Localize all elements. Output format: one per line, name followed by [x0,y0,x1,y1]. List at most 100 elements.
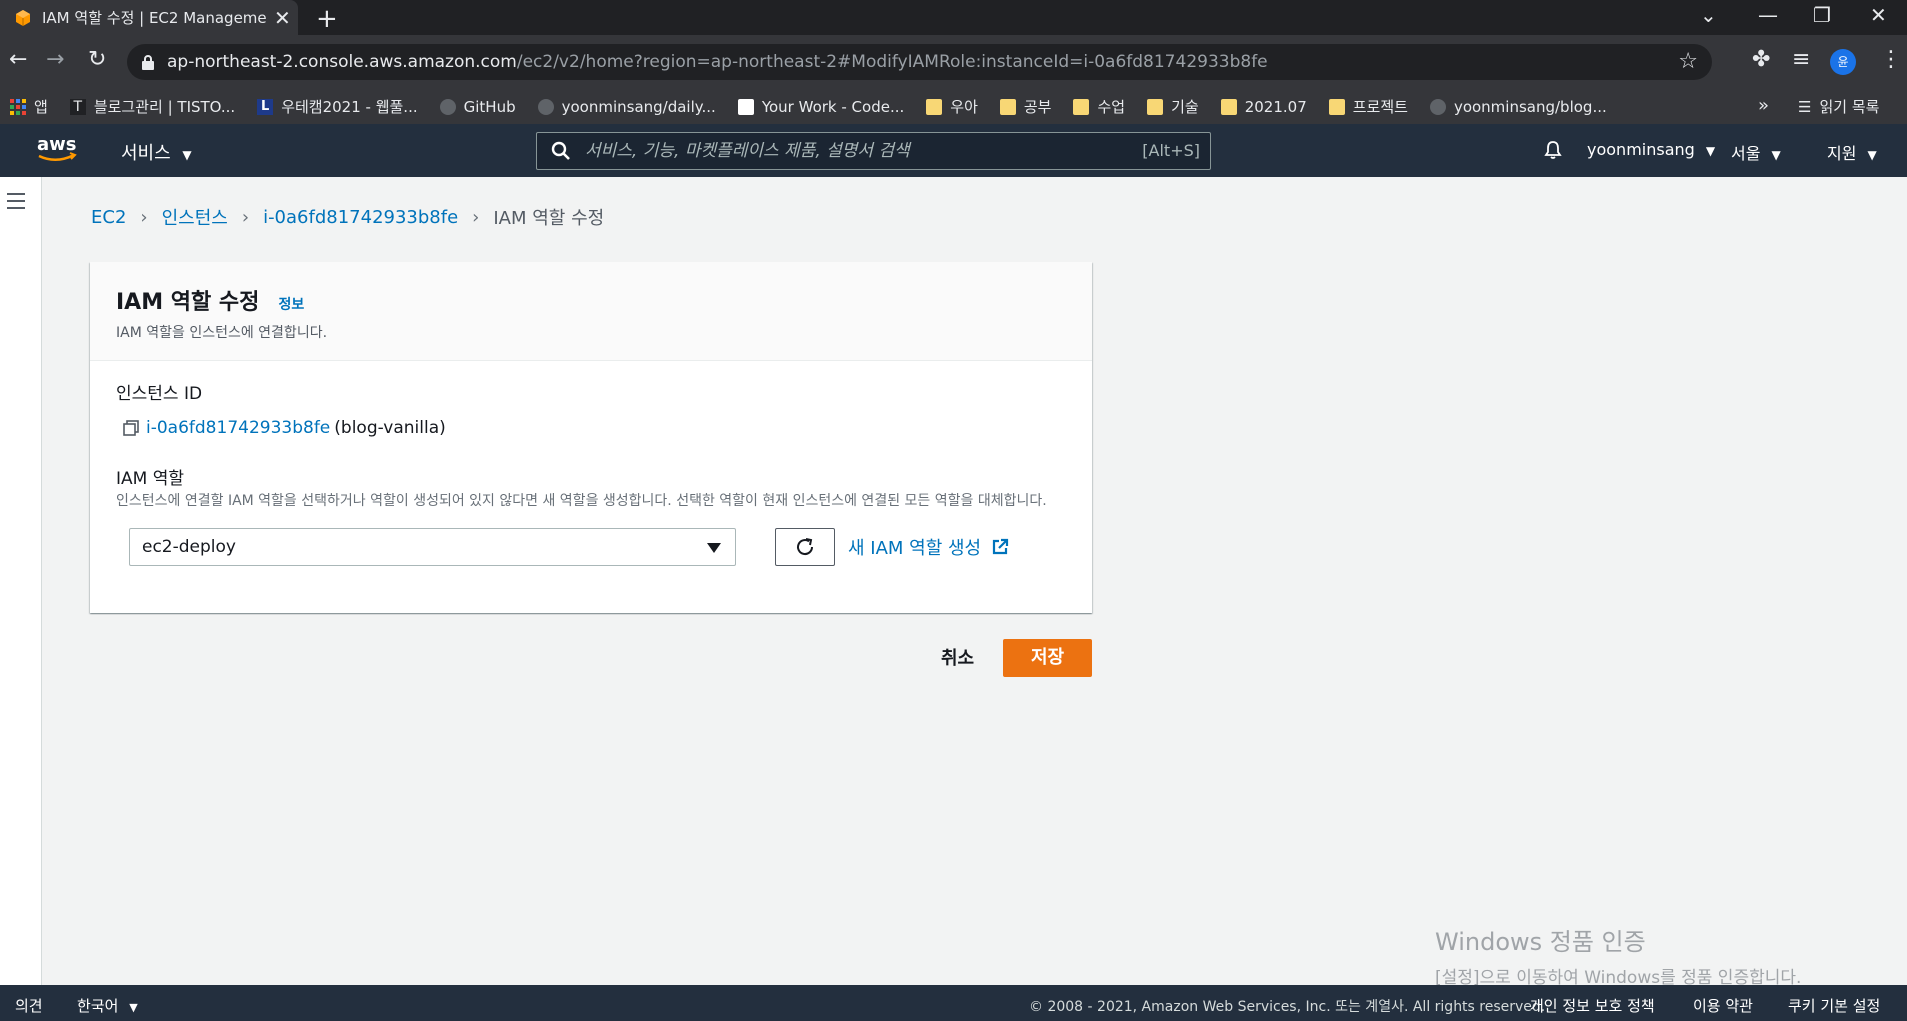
tab-title: IAM 역할 수정 | EC2 Manageme [42,9,266,27]
chevron-right-icon: › [140,206,148,228]
copy-icon[interactable] [122,419,140,437]
address-bar[interactable]: ap-northeast-2.console.aws.amazon.com/ec… [127,44,1712,80]
restore-icon[interactable]: ❐ [1813,3,1831,27]
forward-icon[interactable]: → [46,47,64,72]
breadcrumb: EC2 › 인스턴스 › i-0a6fd81742933b8fe › IAM 역… [91,204,604,230]
chrome-menu-icon[interactable]: ⋮ [1880,47,1902,72]
folder-icon [999,98,1016,115]
reading-list-label: 읽기 목록 [1819,98,1880,116]
bookmark-label: Your Work - Code... [761,97,905,116]
notification-bell-icon[interactable] [1544,140,1562,160]
tab-search-icon[interactable]: ⌄ [1700,3,1717,27]
bookmark-wootecamp[interactable]: L 우테캠2021 - 웹풀... [257,96,418,117]
bookmark-github[interactable]: GitHub [439,98,516,116]
console-search[interactable]: [Alt+S] [536,132,1211,170]
region-name: 서울 [1731,144,1761,163]
copyright-text: © 2008 - 2021, Amazon Web Services, Inc.… [1029,999,1546,1015]
reading-list-button[interactable]: ☰ 읽기 목록 [1798,96,1879,117]
hamburger-menu-icon[interactable] [7,193,25,209]
cancel-button[interactable]: 취소 [941,644,974,670]
bookmark-folder-class[interactable]: 수업 [1073,96,1125,117]
bookmark-folder-study[interactable]: 공부 [999,96,1052,117]
chevron-right-icon: › [241,206,250,228]
browser-tab[interactable]: IAM 역할 수정 | EC2 Manageme ✕ [0,0,298,35]
minimize-icon[interactable]: — [1758,3,1778,27]
bookmark-apps[interactable]: 앱 [10,96,48,117]
privacy-link[interactable]: 개인 정보 보호 정책 [1530,995,1655,1016]
url-text: ap-northeast-2.console.aws.amazon.com/ec… [167,52,1268,72]
bookmark-blog[interactable]: yoonminsang/blog... [1429,97,1607,116]
bookmark-codecademy[interactable]: Your Work - Code... [737,97,905,116]
bookmark-label: 앱 [34,98,48,116]
new-tab-icon[interactable]: + [316,4,338,34]
window-close-icon[interactable]: ✕ [1870,3,1887,27]
console-footer: 의견 한국어 ▼ © 2008 - 2021, Amazon Web Servi… [0,985,1907,1021]
extensions-icon[interactable]: ✤ [1752,47,1770,72]
side-navigation [0,177,42,985]
bookmark-label: 2021.07 [1244,97,1307,116]
services-menu[interactable]: 서비스 ▼ [121,139,192,165]
breadcrumb-instance-id[interactable]: i-0a6fd81742933b8fe [263,207,458,228]
iam-role-label: IAM 역할 [116,469,184,489]
instance-id-link[interactable]: i-0a6fd81742933b8fe [146,418,330,438]
refresh-icon [797,538,814,556]
bookmark-folder-tech[interactable]: 기술 [1147,96,1199,117]
watermark-title: Windows 정품 인증 [1435,928,1646,956]
instance-id-row: i-0a6fd81742933b8fe (blog-vanilla) [116,418,1066,438]
bookmark-tistory[interactable]: T 블로그관리 | TISTO... [69,96,235,117]
account-name: yoonminsang [1587,140,1695,159]
folder-icon [1073,98,1090,115]
reload-icon[interactable]: ↻ [88,47,106,72]
chevron-down-icon: ▼ [129,1001,138,1014]
breadcrumb-ec2[interactable]: EC2 [91,207,126,228]
iam-role-select[interactable]: ec2-deploy [129,528,736,566]
account-menu[interactable]: yoonminsang ▼ [1587,140,1715,159]
bookmark-folder-woowa[interactable]: 우아 [926,96,978,117]
panel-body: 인스턴스 ID i-0a6fd81742933b8fe (blog-vanill… [90,361,1092,584]
search-input[interactable] [585,141,1125,161]
profile-avatar[interactable]: 윤 [1830,49,1856,75]
terms-link[interactable]: 이용 약관 [1693,995,1753,1016]
page-title: IAM 역할 수정 [116,290,260,315]
back-icon[interactable]: ← [9,47,27,72]
aws-logo-text: aws [37,134,77,155]
support-menu[interactable]: 지원 ▼ [1827,140,1877,164]
bookmarks-bar: 앱 T 블로그관리 | TISTO... L 우테캠2021 - 웹풀... G… [0,89,1907,124]
folder-icon [1220,98,1237,115]
bookmark-folder-202107[interactable]: 2021.07 [1220,97,1307,116]
github-icon [439,98,456,115]
breadcrumb-instances[interactable]: 인스턴스 [162,204,228,230]
external-link-icon [993,538,1009,555]
bookmarks-overflow-button[interactable]: » [1758,95,1769,116]
tistory-icon: T [69,98,86,115]
create-iam-role-link[interactable]: 새 IAM 역할 생성 [848,534,1009,560]
chevron-down-icon: ▼ [182,148,192,162]
cookie-preferences-link[interactable]: 쿠키 기본 설정 [1788,995,1880,1016]
tab-close-icon[interactable]: ✕ [274,6,291,30]
region-menu[interactable]: 서울 ▼ [1731,140,1781,164]
panel-header: IAM 역할 수정 정보 IAM 역할을 인스턴스에 연결합니다. [90,262,1092,361]
language-selector[interactable]: 한국어 ▼ [77,995,138,1016]
info-link[interactable]: 정보 [278,297,304,313]
l-logo-icon: L [257,98,274,115]
bookmark-star-icon[interactable]: ☆ [1678,49,1698,74]
save-button[interactable]: 저장 [1003,639,1092,677]
bookmark-label: 공부 [1023,98,1052,116]
aws-logo[interactable]: aws [36,134,78,166]
reading-list-icon: ☰ [1798,97,1812,116]
folder-icon [926,98,943,115]
bookmark-daily[interactable]: yoonminsang/daily... [537,98,716,116]
folder-icon [1328,98,1345,115]
refresh-roles-button[interactable] [775,528,835,566]
windows-activation-watermark: Windows 정품 인증 [설정]으로 이동하여 Windows를 정품 인증… [1435,922,1801,988]
apps-grid-icon [10,98,26,115]
instance-name: (blog-vanilla) [334,418,446,438]
chevron-down-icon: ▼ [1705,144,1716,158]
folder-icon [1147,98,1164,115]
bookmark-label: yoonminsang/blog... [1453,97,1607,116]
panel-description: IAM 역할을 인스턴스에 연결합니다. [116,325,328,341]
bookmark-folder-project[interactable]: 프로젝트 [1328,96,1408,117]
caret-down-icon [707,543,721,553]
media-control-icon[interactable]: ≡ [1792,47,1810,72]
feedback-link[interactable]: 의견 [15,995,43,1016]
